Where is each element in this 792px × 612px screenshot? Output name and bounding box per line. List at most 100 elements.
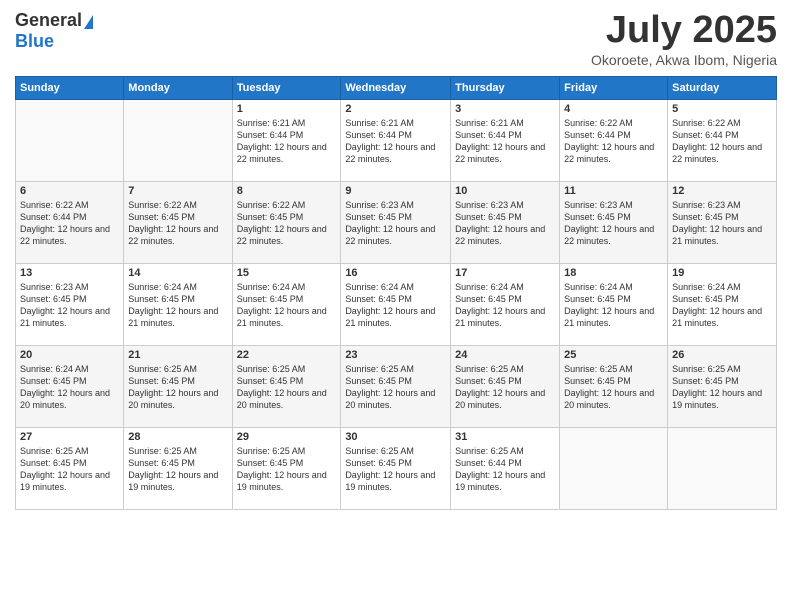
day-info: Sunrise: 6:24 AM Sunset: 6:45 PM Dayligh… bbox=[455, 281, 555, 330]
calendar-week-row: 27Sunrise: 6:25 AM Sunset: 6:45 PM Dayli… bbox=[16, 427, 777, 509]
logo-triangle bbox=[84, 15, 93, 29]
day-number: 23 bbox=[345, 349, 446, 361]
calendar-cell: 10Sunrise: 6:23 AM Sunset: 6:45 PM Dayli… bbox=[451, 181, 560, 263]
location-subtitle: Okoroete, Akwa Ibom, Nigeria bbox=[591, 52, 777, 68]
calendar-cell: 23 Sunrise: 6:25 AM Sunset: 6:45 PM Dayli… bbox=[341, 345, 451, 427]
day-number: 1 bbox=[237, 103, 337, 115]
day-of-week-header: Friday bbox=[560, 76, 668, 99]
day-number: 28 bbox=[128, 431, 227, 443]
calendar-cell: 17 Sunrise: 6:24 AM Sunset: 6:45 PM Dayli… bbox=[451, 263, 560, 345]
day-info: Sunrise: 6:25 AM Sunset: 6:45 PM Dayligh… bbox=[455, 363, 555, 412]
day-number: 13 bbox=[20, 267, 119, 279]
day-number: 11 bbox=[564, 185, 663, 197]
day-info: Sunrise: 6:21 AM Sunset: 6:44 PM Dayligh… bbox=[455, 117, 555, 166]
calendar-cell bbox=[668, 427, 777, 509]
day-number: 22 bbox=[237, 349, 337, 361]
day-info: Sunrise: 6:25 AM Sunset: 6:45 PM Dayligh… bbox=[128, 363, 227, 412]
day-number: 10 bbox=[455, 185, 555, 197]
day-number: 7 bbox=[128, 185, 227, 197]
title-block: July 2025 Okoroete, Akwa Ibom, Nigeria bbox=[591, 10, 777, 68]
calendar-cell bbox=[16, 99, 124, 181]
calendar-cell: 18 Sunrise: 6:24 AM Sunset: 6:45 PM Dayli… bbox=[560, 263, 668, 345]
day-number: 21 bbox=[128, 349, 227, 361]
calendar-cell: 4 Sunrise: 6:22 AM Sunset: 6:44 PM Daylig… bbox=[560, 99, 668, 181]
day-number: 6 bbox=[20, 185, 119, 197]
logo-blue: Blue bbox=[15, 31, 54, 51]
logo-line1: General bbox=[15, 10, 93, 31]
day-info: Sunrise: 6:24 AM Sunset: 6:45 PM Dayligh… bbox=[672, 281, 772, 330]
day-info: Sunrise: 6:23 AM Sunset: 6:45 PM Dayligh… bbox=[345, 199, 446, 248]
day-number: 19 bbox=[672, 267, 772, 279]
day-info: Sunrise: 6:24 AM Sunset: 6:45 PM Dayligh… bbox=[237, 281, 337, 330]
calendar-week-row: 6 Sunrise: 6:22 AM Sunset: 6:44 PM Daylig… bbox=[16, 181, 777, 263]
day-number: 12 bbox=[672, 185, 772, 197]
calendar-cell: 7 Sunrise: 6:22 AM Sunset: 6:45 PM Daylig… bbox=[124, 181, 232, 263]
day-info: Sunrise: 6:25 AM Sunset: 6:45 PM Dayligh… bbox=[564, 363, 663, 412]
day-of-week-header: Monday bbox=[124, 76, 232, 99]
calendar-cell: 26Sunrise: 6:25 AM Sunset: 6:45 PM Dayli… bbox=[668, 345, 777, 427]
calendar-cell: 21 Sunrise: 6:25 AM Sunset: 6:45 PM Dayli… bbox=[124, 345, 232, 427]
calendar-cell: 16 Sunrise: 6:24 AM Sunset: 6:45 PM Dayli… bbox=[341, 263, 451, 345]
day-info: Sunrise: 6:21 AM Sunset: 6:44 PM Dayligh… bbox=[345, 117, 446, 166]
day-info: Sunrise: 6:25 AM Sunset: 6:45 PM Dayligh… bbox=[237, 363, 337, 412]
calendar-cell: 25Sunrise: 6:25 AM Sunset: 6:45 PM Dayli… bbox=[560, 345, 668, 427]
calendar-cell: 13 Sunrise: 6:23 AM Sunset: 6:45 PM Dayli… bbox=[16, 263, 124, 345]
day-info: Sunrise: 6:24 AM Sunset: 6:45 PM Dayligh… bbox=[564, 281, 663, 330]
day-number: 17 bbox=[455, 267, 555, 279]
calendar-cell: 22 Sunrise: 6:25 AM Sunset: 6:45 PM Dayli… bbox=[232, 345, 341, 427]
header: General Blue July 2025 Okoroete, Akwa Ib… bbox=[15, 10, 777, 68]
calendar-cell: 14 Sunrise: 6:24 AM Sunset: 6:45 PM Dayli… bbox=[124, 263, 232, 345]
day-number: 8 bbox=[237, 185, 337, 197]
calendar-cell: 15 Sunrise: 6:24 AM Sunset: 6:45 PM Dayli… bbox=[232, 263, 341, 345]
logo: General Blue bbox=[15, 10, 93, 52]
day-info: Sunrise: 6:25 AM Sunset: 6:45 PM Dayligh… bbox=[128, 445, 227, 494]
day-info: Sunrise: 6:23 AM Sunset: 6:45 PM Dayligh… bbox=[20, 281, 119, 330]
day-info: Sunrise: 6:24 AM Sunset: 6:45 PM Dayligh… bbox=[345, 281, 446, 330]
calendar-cell: 6 Sunrise: 6:22 AM Sunset: 6:44 PM Daylig… bbox=[16, 181, 124, 263]
calendar-cell: 28 Sunrise: 6:25 AM Sunset: 6:45 PM Dayli… bbox=[124, 427, 232, 509]
page: General Blue July 2025 Okoroete, Akwa Ib… bbox=[0, 0, 792, 612]
calendar-cell: 30Sunrise: 6:25 AM Sunset: 6:45 PM Dayli… bbox=[341, 427, 451, 509]
calendar-cell: 19 Sunrise: 6:24 AM Sunset: 6:45 PM Dayli… bbox=[668, 263, 777, 345]
day-of-week-header: Saturday bbox=[668, 76, 777, 99]
day-of-week-header: Thursday bbox=[451, 76, 560, 99]
calendar-header-row: SundayMondayTuesdayWednesdayThursdayFrid… bbox=[16, 76, 777, 99]
calendar-cell: 24 Sunrise: 6:25 AM Sunset: 6:45 PM Dayli… bbox=[451, 345, 560, 427]
logo-line2: Blue bbox=[15, 31, 54, 52]
day-number: 20 bbox=[20, 349, 119, 361]
day-info: Sunrise: 6:23 AM Sunset: 6:45 PM Dayligh… bbox=[672, 199, 772, 248]
day-info: Sunrise: 6:22 AM Sunset: 6:44 PM Dayligh… bbox=[20, 199, 119, 248]
calendar-cell: 29Sunrise: 6:25 AM Sunset: 6:45 PM Dayli… bbox=[232, 427, 341, 509]
day-number: 14 bbox=[128, 267, 227, 279]
logo-general: General bbox=[15, 10, 82, 31]
day-info: Sunrise: 6:23 AM Sunset: 6:45 PM Dayligh… bbox=[564, 199, 663, 248]
calendar-cell: 11 Sunrise: 6:23 AM Sunset: 6:45 PM Dayli… bbox=[560, 181, 668, 263]
calendar-cell: 3Sunrise: 6:21 AM Sunset: 6:44 PM Daylig… bbox=[451, 99, 560, 181]
day-number: 30 bbox=[345, 431, 446, 443]
calendar-cell: 1 Sunrise: 6:21 AM Sunset: 6:44 PM Daylig… bbox=[232, 99, 341, 181]
day-info: Sunrise: 6:25 AM Sunset: 6:45 PM Dayligh… bbox=[237, 445, 337, 494]
day-number: 24 bbox=[455, 349, 555, 361]
day-number: 15 bbox=[237, 267, 337, 279]
calendar-cell: 27Sunrise: 6:25 AM Sunset: 6:45 PM Dayli… bbox=[16, 427, 124, 509]
day-info: Sunrise: 6:22 AM Sunset: 6:44 PM Dayligh… bbox=[564, 117, 663, 166]
day-info: Sunrise: 6:25 AM Sunset: 6:45 PM Dayligh… bbox=[20, 445, 119, 494]
calendar-cell bbox=[124, 99, 232, 181]
day-of-week-header: Wednesday bbox=[341, 76, 451, 99]
day-number: 2 bbox=[345, 103, 446, 115]
day-number: 5 bbox=[672, 103, 772, 115]
calendar-cell: 5Sunrise: 6:22 AM Sunset: 6:44 PM Daylig… bbox=[668, 99, 777, 181]
day-info: Sunrise: 6:24 AM Sunset: 6:45 PM Dayligh… bbox=[20, 363, 119, 412]
calendar-week-row: 20 Sunrise: 6:24 AM Sunset: 6:45 PM Dayli… bbox=[16, 345, 777, 427]
day-number: 16 bbox=[345, 267, 446, 279]
day-of-week-header: Tuesday bbox=[232, 76, 341, 99]
calendar-cell: 9Sunrise: 6:23 AM Sunset: 6:45 PM Daylig… bbox=[341, 181, 451, 263]
day-number: 18 bbox=[564, 267, 663, 279]
day-info: Sunrise: 6:21 AM Sunset: 6:44 PM Dayligh… bbox=[237, 117, 337, 166]
calendar-cell: 8 Sunrise: 6:22 AM Sunset: 6:45 PM Daylig… bbox=[232, 181, 341, 263]
day-info: Sunrise: 6:25 AM Sunset: 6:45 PM Dayligh… bbox=[345, 363, 446, 412]
day-info: Sunrise: 6:22 AM Sunset: 6:45 PM Dayligh… bbox=[237, 199, 337, 248]
day-info: Sunrise: 6:22 AM Sunset: 6:45 PM Dayligh… bbox=[128, 199, 227, 248]
day-number: 4 bbox=[564, 103, 663, 115]
day-info: Sunrise: 6:24 AM Sunset: 6:45 PM Dayligh… bbox=[128, 281, 227, 330]
